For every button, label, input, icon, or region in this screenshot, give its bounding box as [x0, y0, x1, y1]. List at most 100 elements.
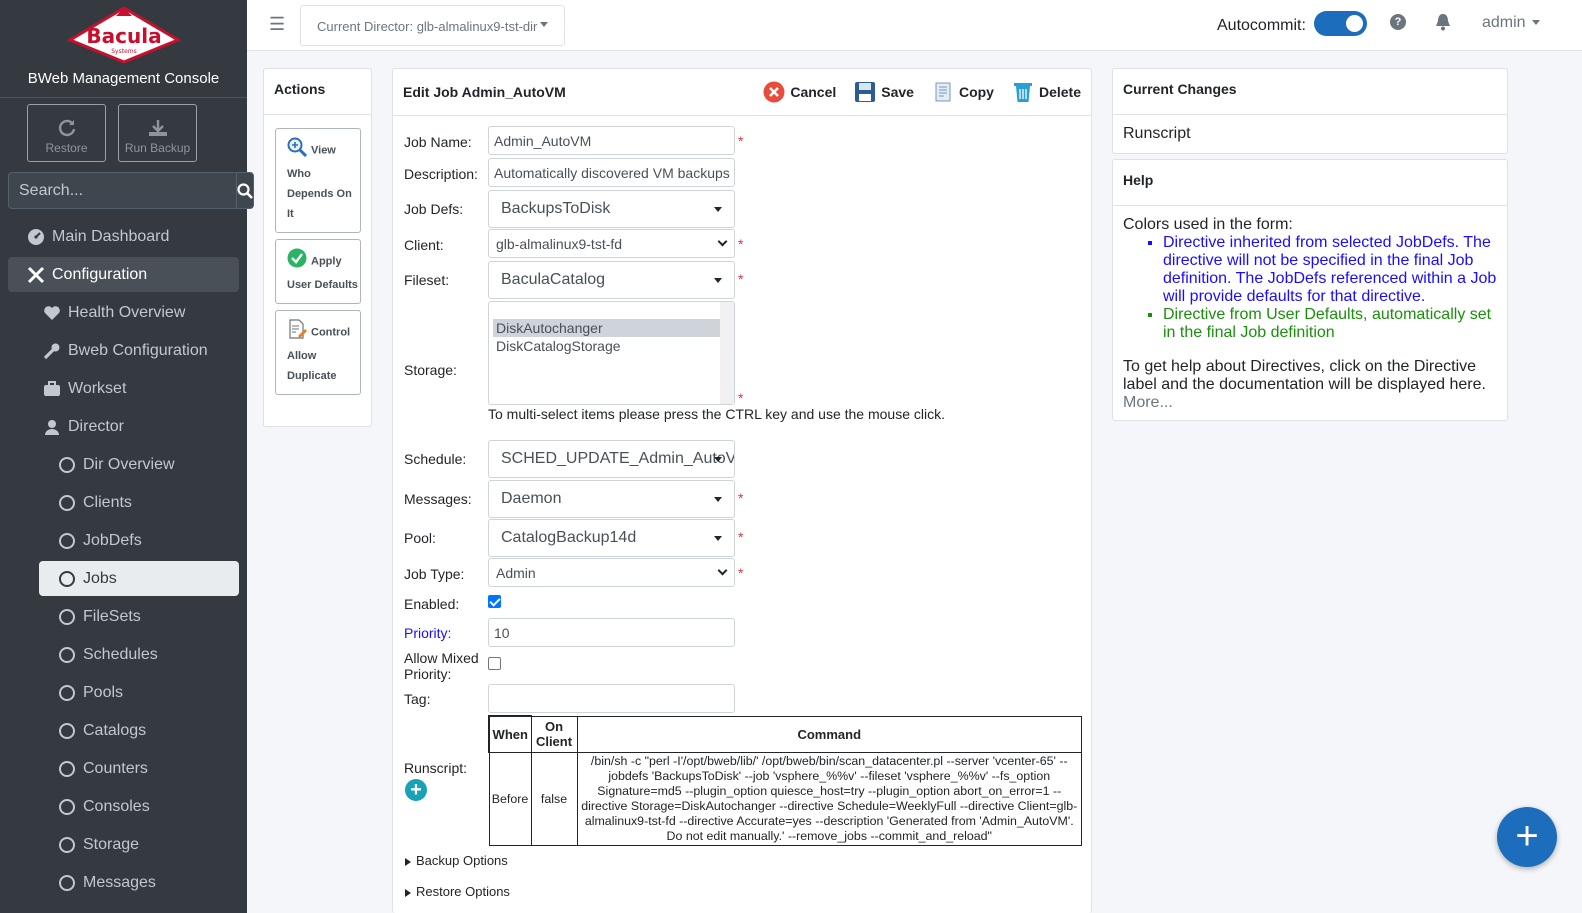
nav-filesets[interactable]: FileSets [39, 599, 239, 634]
client-select[interactable]: glb-almalinux9-tst-fd [488, 229, 735, 258]
allow-mixed-priority-checkbox[interactable] [488, 657, 501, 670]
runscript-when: Before [488, 751, 532, 846]
nav-label: Bweb Configuration [68, 341, 208, 359]
required-marker: * [738, 271, 744, 287]
nav-schedules[interactable]: Schedules [39, 637, 239, 672]
copy-label: Copy [958, 84, 994, 100]
job-type-select[interactable]: Admin [488, 558, 735, 587]
nav-storage[interactable]: Storage [39, 827, 239, 862]
backup-options-toggle[interactable]: Backup Options [405, 853, 508, 868]
director-selector[interactable]: Current Director: glb-almalinux9-tst-dir [300, 5, 565, 46]
nav-jobdefs[interactable]: JobDefs [39, 523, 239, 558]
schedule-select[interactable]: SCHED_UPDATE_Admin_AutoVM [488, 440, 735, 478]
caret-right-icon [405, 888, 411, 897]
nav-label: Director [68, 417, 125, 435]
nav-director[interactable]: Director [8, 409, 239, 444]
search-button[interactable] [236, 172, 254, 209]
allow-mixed-priority-label[interactable]: Allow Mixed Priority: [404, 650, 484, 682]
change-item[interactable]: Runscript [1123, 125, 1191, 142]
pool-label[interactable]: Pool: [404, 530, 436, 546]
fileset-select[interactable]: BaculaCatalog [488, 261, 735, 299]
search-input[interactable] [8, 172, 236, 209]
edit-job-panel: Edit Job Admin_AutoVM Cancel Save Copy D… [392, 68, 1092, 913]
job-name-input[interactable]: Admin_AutoVM [488, 126, 735, 155]
required-marker: * [738, 490, 744, 506]
job-name-label[interactable]: Job Name: [404, 134, 472, 150]
priority-label[interactable]: Priority: [404, 625, 451, 641]
sidebar: Bacula Systems BWeb Management Console R… [0, 0, 254, 913]
save-label: Save [881, 84, 914, 100]
pool-select[interactable]: CatalogBackup14d [488, 519, 735, 557]
nav-main-dashboard[interactable]: Main Dashboard [8, 219, 239, 254]
schedule-value: SCHED_UPDATE_Admin_AutoVM [501, 450, 735, 467]
fileset-label[interactable]: Fileset: [404, 272, 449, 288]
storage-option[interactable]: DiskCatalogStorage [493, 337, 720, 355]
description-input[interactable]: Automatically discovered VM backups [488, 158, 735, 187]
nav-label: Workset [68, 379, 127, 397]
tag-input[interactable] [488, 684, 735, 713]
storage-option[interactable]: DiskAutochanger [493, 319, 720, 337]
description-label[interactable]: Description: [404, 166, 478, 182]
enabled-checkbox[interactable] [488, 595, 501, 608]
nav-counters[interactable]: Counters [39, 751, 239, 786]
table-row[interactable]: Before false /bin/sh -c "perl -I'/opt/bw… [488, 751, 1082, 846]
bell-icon[interactable] [1435, 13, 1451, 34]
messages-select[interactable]: Daemon [488, 480, 735, 518]
job-defs-label[interactable]: Job Defs: [404, 201, 463, 217]
autocommit-toggle[interactable] [1314, 11, 1367, 36]
messages-label[interactable]: Messages: [404, 491, 472, 507]
dashboard-icon [27, 228, 45, 246]
nav-dir-overview[interactable]: Dir Overview [39, 447, 239, 482]
circle-icon [58, 760, 76, 778]
cancel-button[interactable]: Cancel [763, 81, 836, 103]
user-menu[interactable]: admin [1482, 14, 1540, 32]
circle-icon [58, 646, 76, 664]
toggle-knob [1346, 15, 1363, 32]
nav-bweb-configuration[interactable]: Bweb Configuration [8, 333, 239, 368]
storage-label[interactable]: Storage: [404, 362, 457, 378]
enabled-label[interactable]: Enabled: [404, 596, 459, 612]
nav-catalogs[interactable]: Catalogs [39, 713, 239, 748]
client-label[interactable]: Client: [404, 237, 444, 253]
runscript-table: When On Client Command Before false /bin… [488, 715, 1082, 846]
job-type-label[interactable]: Job Type: [404, 566, 464, 582]
add-fab-button[interactable]: + [1497, 807, 1557, 867]
circle-icon [58, 798, 76, 816]
nav-configuration[interactable]: Configuration [8, 257, 239, 292]
nav-workset[interactable]: Workset [8, 371, 239, 406]
runscript-label[interactable]: Runscript: [404, 760, 467, 776]
restore-button[interactable]: Restore [27, 104, 106, 162]
nav-label: Messages [83, 873, 156, 891]
nav-consoles[interactable]: Consoles [39, 789, 239, 824]
help-more-link[interactable]: More... [1123, 394, 1497, 412]
nav-clients[interactable]: Clients [39, 485, 239, 520]
runscript-command: /bin/sh -c "perl -I'/opt/bweb/lib/' /opt… [576, 751, 1082, 846]
nav-pools[interactable]: Pools [39, 675, 239, 710]
table-header-row: When On Client Command [488, 715, 1082, 753]
help-icon[interactable]: ? [1390, 14, 1406, 30]
control-allow-duplicate-button[interactable]: Control Allow Duplicate [275, 310, 361, 395]
copy-button[interactable]: Copy [932, 81, 994, 103]
nav-health-overview[interactable]: Health Overview [8, 295, 239, 330]
storage-listbox[interactable]: DiskAutochanger DiskCatalogStorage [488, 301, 735, 405]
view-depends-button[interactable]: View Who Depends On It [275, 128, 361, 233]
save-button[interactable]: Save [854, 81, 914, 103]
listbox-scrollbar[interactable] [720, 302, 734, 404]
job-type-value: Admin [496, 565, 536, 581]
priority-input[interactable]: 10 [488, 618, 735, 647]
delete-button[interactable]: Delete [1012, 81, 1081, 103]
tag-label[interactable]: Tag: [404, 691, 430, 707]
add-runscript-button[interactable]: + [405, 779, 427, 801]
run-backup-button[interactable]: Run Backup [118, 104, 197, 162]
edit-document-icon [287, 319, 307, 346]
schedule-label[interactable]: Schedule: [404, 451, 466, 467]
apply-user-defaults-button[interactable]: Apply User Defaults [275, 239, 361, 304]
hamburger-menu-icon[interactable]: ☰ [269, 14, 285, 35]
job-defs-select[interactable]: BackupsToDisk [488, 190, 735, 228]
bacula-logo[interactable]: Bacula Systems [66, 6, 182, 64]
nav-jobs[interactable]: Jobs [39, 561, 239, 596]
nav-messages[interactable]: Messages [39, 865, 239, 900]
restore-options-toggle[interactable]: Restore Options [405, 884, 510, 899]
tools-icon [27, 266, 45, 284]
circle-icon [58, 722, 76, 740]
